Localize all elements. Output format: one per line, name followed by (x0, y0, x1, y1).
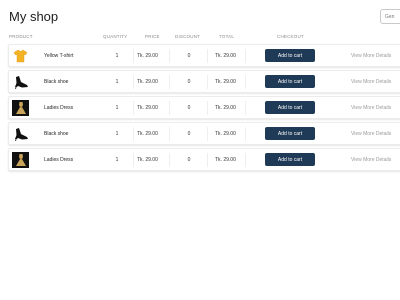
column-divider (169, 49, 170, 63)
view-more-details-link[interactable]: View More Details (351, 71, 391, 92)
column-divider (207, 75, 208, 89)
quantity-value: 1 (115, 156, 119, 163)
column-divider (169, 75, 170, 89)
column-header-discount: DISCOUNT (175, 34, 201, 39)
table-row: Black shoe 1 Tk. 29.00 0 Tk. 29.00 Add to car… (8, 122, 400, 145)
table-row: Ladies Dress 1 Tk. 29.00 0 Tk. 29.00 Add to c… (8, 96, 400, 119)
price-value: Tk. 29.00 (137, 52, 158, 59)
ladies-dress-icon (15, 102, 26, 114)
total-value: Tk. 29.00 (215, 104, 236, 111)
view-more-details-link[interactable]: View More Details (351, 123, 391, 144)
table-row: Yellow T-shirt 1 Tk. 29.00 0 Tk. 29.00 Add to… (8, 44, 400, 67)
column-header-product: PRODUCT (9, 34, 33, 39)
product-thumbnail (12, 48, 29, 64)
product-thumbnail (12, 152, 29, 168)
black-shoe-icon (14, 128, 28, 141)
view-more-details-link[interactable]: View More Details (351, 97, 391, 118)
column-divider (133, 75, 134, 89)
column-divider (245, 49, 246, 63)
add-to-cart-button[interactable]: Add to cart (265, 75, 315, 88)
column-header-total: TOTAL (219, 34, 235, 39)
column-divider (245, 127, 246, 141)
price-value: Tk. 29.00 (137, 130, 158, 137)
ladies-dress-icon (15, 154, 26, 166)
quantity-value: 1 (115, 130, 119, 137)
product-name: Yellow T-shirt (44, 52, 74, 59)
discount-value: 0 (187, 156, 191, 163)
total-value: Tk. 29.00 (215, 78, 236, 85)
total-value: Tk. 29.00 (215, 52, 236, 59)
black-shoe-icon (14, 76, 28, 89)
product-name: Black shoe (44, 78, 69, 85)
quantity-value: 1 (115, 78, 119, 85)
product-thumbnail (12, 126, 29, 142)
column-header-checkout: CHECKOUT (277, 34, 304, 39)
shop-page: My shop Gen PRODUCT QUANTITY PRICE DISCO… (0, 0, 400, 300)
column-divider (207, 127, 208, 141)
quantity-value: 1 (115, 104, 119, 111)
table-header: PRODUCT QUANTITY PRICE DISCOUNT TOTAL CH… (0, 34, 400, 42)
column-divider (207, 49, 208, 63)
table-row: Ladies Dress 1 Tk. 29.00 0 Tk. 29.00 Add to c… (8, 148, 400, 171)
column-divider (169, 153, 170, 167)
column-divider (207, 101, 208, 115)
column-divider (133, 101, 134, 115)
yellow-tshirt-icon (13, 49, 28, 63)
product-name: Black shoe (44, 130, 69, 137)
add-to-cart-button[interactable]: Add to cart (265, 49, 315, 62)
column-divider (245, 153, 246, 167)
discount-value: 0 (187, 130, 191, 137)
quantity-value: 1 (115, 52, 119, 59)
add-to-cart-button[interactable]: Add to cart (265, 153, 315, 166)
column-divider (133, 153, 134, 167)
product-thumbnail (12, 100, 29, 116)
view-more-details-link[interactable]: View More Details (351, 45, 391, 66)
column-divider (245, 75, 246, 89)
page-title: My shop (9, 9, 59, 24)
column-divider (245, 101, 246, 115)
top-right-button[interactable]: Gen (380, 9, 400, 24)
view-more-details-link[interactable]: View More Details (351, 149, 391, 170)
column-header-price: PRICE (145, 34, 160, 39)
column-divider (133, 127, 134, 141)
total-value: Tk. 29.00 (215, 156, 236, 163)
total-value: Tk. 29.00 (215, 130, 236, 137)
add-to-cart-button[interactable]: Add to cart (265, 127, 315, 140)
discount-value: 0 (187, 104, 191, 111)
product-name: Ladies Dress (44, 156, 74, 163)
column-header-quantity: QUANTITY (103, 34, 128, 39)
price-value: Tk. 29.00 (137, 156, 158, 163)
price-value: Tk. 29.00 (137, 78, 158, 85)
price-value: Tk. 29.00 (137, 104, 158, 111)
product-name: Ladies Dress (44, 104, 74, 111)
product-thumbnail (12, 74, 29, 90)
column-divider (169, 127, 170, 141)
column-divider (169, 101, 170, 115)
add-to-cart-button[interactable]: Add to cart (265, 101, 315, 114)
column-divider (133, 49, 134, 63)
table-row: Black shoe 1 Tk. 29.00 0 Tk. 29.00 Add to car… (8, 70, 400, 93)
discount-value: 0 (187, 78, 191, 85)
column-divider (207, 153, 208, 167)
discount-value: 0 (187, 52, 191, 59)
